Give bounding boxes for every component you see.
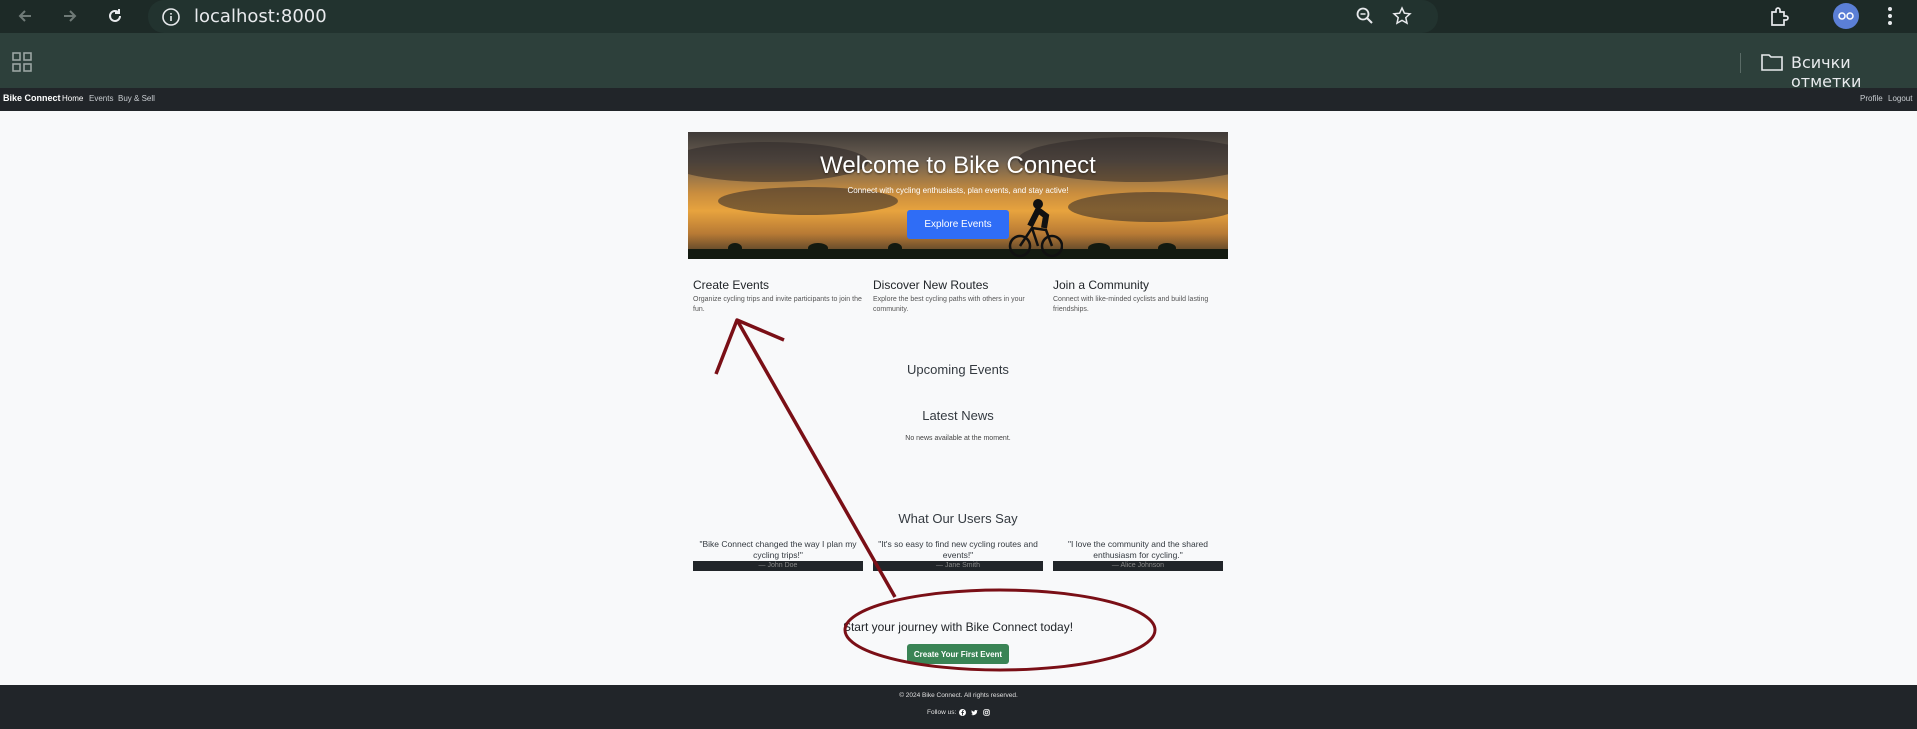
reload-icon[interactable] [102,3,128,29]
create-first-event-button[interactable]: Create Your First Event [907,644,1009,664]
back-arrow-icon[interactable] [12,3,38,29]
address-bar[interactable]: localhost:8000 [148,0,1438,33]
nav-link-profile[interactable]: Profile [1860,94,1883,103]
feature-discover-routes: Discover New Routes Explore the best cyc… [873,278,1048,315]
hero-title: Welcome to Bike Connect [820,152,1096,179]
upcoming-events-heading: Upcoming Events [907,362,1009,377]
hero-bush [1158,243,1176,253]
feature-create-events: Create Events Organize cycling trips and… [693,278,868,315]
feature-text: Explore the best cycling paths with othe… [873,296,1025,313]
latest-news-heading: Latest News [922,408,994,423]
zoom-icon[interactable] [1354,5,1376,27]
facebook-icon[interactable] [959,709,966,716]
site-navbar: Bike Connect Home Events Buy & Sell Prof… [0,88,1917,111]
testimonial-quote: "It's so easy to find new cycling routes… [878,539,1038,560]
nav-link-home[interactable]: Home [62,94,83,103]
footer-follow-label: Follow us: [927,709,957,716]
bookmarks-bar [0,33,1917,88]
nav-link-logout[interactable]: Logout [1888,94,1912,103]
all-bookmarks-label[interactable]: Всички отметки [1791,53,1917,91]
feature-join-community: Join a Community Connect with like-minde… [1053,278,1228,315]
testimonial-card: "I love the community and the shared ent… [1053,539,1223,571]
feature-title: Discover New Routes [873,278,989,292]
folder-icon [1760,52,1784,72]
hero-cloud [1068,192,1228,222]
hero-bush [728,243,742,253]
testimonial-card: "It's so easy to find new cycling routes… [873,539,1043,571]
url-text[interactable]: localhost:8000 [194,6,327,27]
testimonial-author: — Jane Smith [873,561,1043,571]
testimonial-quote: "Bike Connect changed the way I plan my … [699,539,857,560]
footer-copyright: © 2024 Bike Connect. All rights reserved… [899,692,1018,699]
forward-arrow-icon[interactable] [57,3,83,29]
cta-text: Start your journey with Bike Connect tod… [842,620,1074,634]
profile-avatar-icon[interactable] [1833,3,1859,29]
twitter-icon[interactable] [971,709,978,716]
star-icon[interactable] [1391,5,1413,27]
no-news-text: No news available at the moment. [905,435,1011,442]
navbar-brand[interactable]: Bike Connect [3,93,61,103]
testimonial-card: "Bike Connect changed the way I plan my … [693,539,863,571]
instagram-icon[interactable] [983,709,990,716]
testimonial-quote: "I love the community and the shared ent… [1067,539,1209,560]
testimonial-author: — Alice Johnson [1053,561,1223,571]
feature-text: Connect with like-minded cyclists and bu… [1053,296,1209,313]
feature-title: Create Events [693,278,770,292]
testimonials-heading: What Our Users Say [898,511,1018,526]
site-info-icon[interactable] [160,6,182,28]
browser-tab-bar: localhost:8000 [0,0,1917,33]
hero-bush [808,243,828,253]
feature-text: Organize cycling trips and invite partic… [693,296,862,313]
hero-ground [688,249,1228,259]
extensions-icon[interactable] [1767,5,1791,29]
nav-link-events[interactable]: Events [89,94,113,103]
apps-grid-icon[interactable] [11,51,33,73]
more-menu-icon[interactable] [1880,4,1900,28]
site-footer: © 2024 Bike Connect. All rights reserved… [0,685,1917,729]
cyclist-silhouette [1008,199,1063,258]
nav-link-buy-sell[interactable]: Buy & Sell [118,94,155,103]
bookmarks-separator [1740,53,1741,73]
explore-events-button[interactable]: Explore Events [907,210,1009,239]
hero-bush [1088,243,1110,253]
hero-bush [888,243,902,253]
hero-banner: Welcome to Bike Connect Connect with cyc… [688,132,1228,259]
feature-title: Join a Community [1053,278,1150,292]
testimonial-author: — John Doe [693,561,863,571]
hero-subtitle: Connect with cycling enthusiasts, plan e… [847,186,1069,195]
